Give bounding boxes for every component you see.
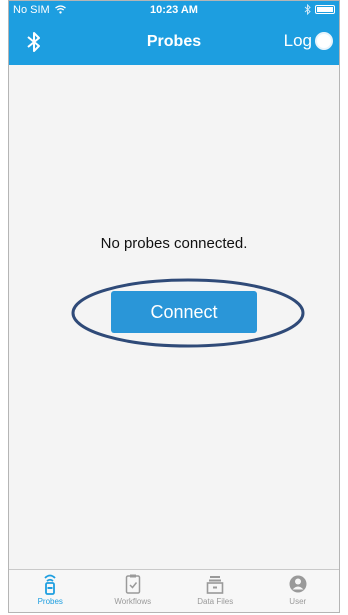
log-circle-icon (315, 32, 333, 50)
probes-content: No probes connected. Connect (9, 65, 339, 572)
status-indicators (304, 4, 335, 15)
log-toggle[interactable]: Log (284, 31, 333, 51)
tab-user[interactable]: User (257, 570, 340, 612)
tab-workflows[interactable]: Workflows (92, 570, 175, 612)
status-bar: No SIM 10:23 AM (9, 1, 339, 19)
status-time: 10:23 AM (150, 4, 198, 16)
tab-label: Probes (37, 597, 63, 606)
navigation-bar: Probes Log (9, 19, 339, 65)
empty-state-message: No probes connected. (100, 235, 248, 252)
tab-probes[interactable]: Probes (9, 570, 92, 612)
log-label: Log (283, 31, 312, 50)
tab-data-files[interactable]: Data Files (174, 570, 257, 612)
bluetooth-icon (304, 4, 311, 15)
battery-icon (315, 5, 335, 14)
probe-icon (44, 574, 56, 595)
clipboard-icon (125, 574, 140, 594)
phone-screen: No SIM 10:23 AM Probes Log No probes con… (8, 0, 340, 613)
tab-label: Workflows (114, 597, 152, 606)
tab-bar: Probes Workflows Data Files User (9, 569, 339, 612)
user-icon (289, 575, 307, 593)
tab-label: Data Files (197, 597, 234, 606)
tab-label: User (289, 597, 307, 606)
drawer-icon (206, 576, 224, 594)
connect-button[interactable]: Connect (111, 291, 257, 333)
